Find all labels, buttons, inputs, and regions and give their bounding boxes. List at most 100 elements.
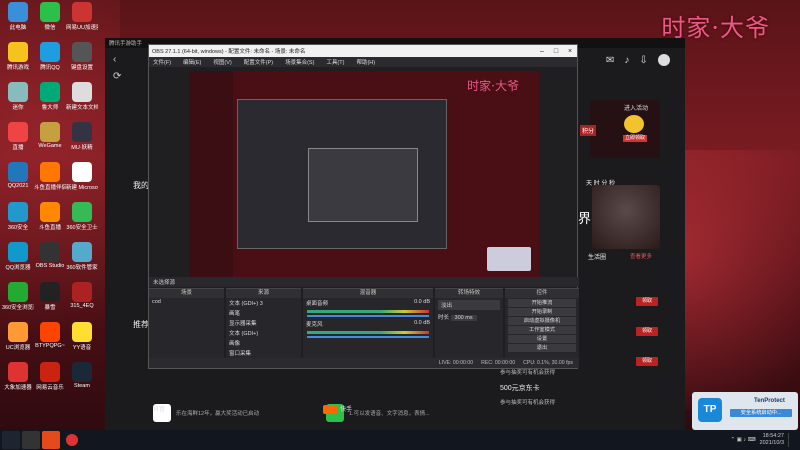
exit-button[interactable]: 退出 [508, 344, 576, 352]
menu-edit[interactable]: 编辑(E) [183, 58, 201, 66]
source-item[interactable]: 窗口采集 [226, 348, 301, 358]
desktop-icon[interactable]: 网易UU加速器 [66, 2, 98, 40]
desktop-icon[interactable]: 360安全 [2, 202, 34, 240]
scene-item[interactable]: cod [149, 298, 224, 306]
desktop-icon[interactable]: 迷你 [2, 82, 34, 120]
obs-preview[interactable]: 时家·大爷 [189, 71, 539, 287]
desktop-icon[interactable]: QQ浏览器 [2, 242, 34, 280]
claim-button-2[interactable]: 领取 [636, 327, 658, 336]
desktop-icon[interactable]: 315_4EQ [66, 282, 98, 320]
app-icon [72, 122, 92, 142]
app-icon [40, 282, 60, 302]
taskbar: ⌃ ▣ ♪ ⌨ 18:54:27 2021/10/3 [0, 430, 800, 450]
desktop-icon[interactable]: 此电脑 [2, 2, 34, 40]
close-icon[interactable]: × [563, 48, 577, 55]
clock[interactable]: 18:54:27 2021/10/3 [760, 433, 784, 447]
cpu-status: CPU: 0.1%, 30.00 fps [523, 360, 573, 366]
obs-statusbar: LIVE: 00:00:00 REC: 00:00:00 CPU: 0.1%, … [149, 358, 579, 368]
sign-button[interactable]: 立即领取 [623, 135, 647, 142]
douyin-item[interactable]: 抖音 [153, 404, 165, 413]
desktop-icon[interactable]: YY语音 [66, 322, 98, 360]
back-icon[interactable]: ‹ [105, 48, 149, 65]
desktop-icon[interactable]: 微信 [34, 2, 66, 40]
desktop-icon-label: Steam [74, 383, 90, 389]
app-icon [40, 322, 60, 342]
minimize-icon[interactable]: – [535, 48, 549, 55]
desktop-icon[interactable]: OBS Studio [34, 242, 66, 280]
record-taskbar-icon[interactable] [66, 434, 78, 446]
virtual-camera-button[interactable]: 启动虚拟摄像机 [508, 317, 576, 325]
transition-select[interactable]: 淡出 [438, 300, 500, 310]
refresh-icon[interactable]: ⟳ [105, 65, 149, 82]
more-link[interactable]: 查看更多 [630, 252, 652, 260]
message-icon[interactable]: ✉ [606, 55, 614, 66]
desktop-icon[interactable]: 键盘设置 [66, 42, 98, 80]
app-taskbar-icon[interactable] [42, 431, 60, 449]
download-icon[interactable]: ⇩ [639, 55, 647, 66]
studio-mode-button[interactable]: 工作室模式 [508, 326, 576, 334]
desktop-icon[interactable]: 新建文本文档 [66, 82, 98, 120]
desktop-icon[interactable]: 大象加速器 [2, 362, 34, 400]
settings-button[interactable]: 设置 [508, 335, 576, 343]
desktop-icon[interactable]: 腾讯QQ [34, 42, 66, 80]
source-item[interactable]: 画像 [226, 338, 301, 348]
source-item[interactable]: 文本 (GDI+) [226, 328, 301, 338]
desktop-icon[interactable]: QQ2021 [2, 162, 34, 200]
desktop-icon[interactable]: 斗鱼直播伴侣 [34, 162, 66, 200]
activity-card[interactable]: 进入活动 立即领取 [590, 100, 660, 158]
start-button[interactable] [2, 431, 20, 449]
desktop-icon[interactable]: 新建 Microsoft [66, 162, 98, 200]
desktop-icon[interactable]: 360安全浏览器 [2, 282, 34, 320]
mic-icon[interactable]: ♪ [624, 55, 629, 66]
desktop-icon[interactable]: 腾讯游戏 [2, 42, 34, 80]
desktop-icon-label: BTYPQPG~ [35, 343, 65, 349]
tenprotect-toast[interactable]: TP TenProtect 安全系统启动中... [692, 392, 798, 430]
tray-icons[interactable]: ⌃ ▣ ♪ ⌨ [730, 437, 755, 443]
app-icon [72, 242, 92, 262]
rec-status: REC: 00:00:00 [481, 360, 516, 366]
claim-button-3[interactable]: 领取 [636, 357, 658, 366]
desktop-icon[interactable]: 鲁大师 [34, 82, 66, 120]
volume-slider[interactable] [307, 315, 429, 317]
source-item[interactable]: 显示器采集 [226, 318, 301, 328]
volume-meter [307, 310, 429, 313]
desktop-icon[interactable]: UC浏览器 [2, 322, 34, 360]
desktop-icon[interactable]: WeGame [34, 122, 66, 160]
kuaishou-item[interactable]: 快手 [323, 404, 352, 414]
start-recording-button[interactable]: 开始录制 [508, 308, 576, 316]
duration-input[interactable]: 300 ms [450, 315, 477, 321]
obs-window: OBS 27.1.1 (64-bit, windows) - 配置文件: 未命名… [148, 44, 579, 369]
menu-view[interactable]: 视图(V) [213, 58, 231, 66]
app-icon [72, 162, 92, 182]
app-item[interactable]: 乐在海鲜12年，赢大奖活动已启动 [153, 396, 318, 430]
desktop-icon[interactable]: Steam [66, 362, 98, 400]
volume-slider[interactable] [307, 336, 429, 338]
desktop-icon[interactable]: 暴雪 [34, 282, 66, 320]
start-streaming-button[interactable]: 开始推流 [508, 299, 576, 307]
claim-button-1[interactable]: 领取 [636, 297, 658, 306]
source-item[interactable]: 画笔 [226, 308, 301, 318]
desktop-icon[interactable]: BTYPQPG~ [34, 322, 66, 360]
desktop-icon-label: 此电脑 [9, 25, 27, 31]
avatar[interactable] [657, 54, 670, 66]
menu-tools[interactable]: 工具(T) [326, 58, 344, 66]
desktop-icon[interactable]: MU·妖精 [66, 122, 98, 160]
desktop-icon[interactable]: 360软件管家 [66, 242, 98, 280]
menu-scene-collection[interactable]: 场景集合(S) [285, 58, 314, 66]
desktop-icon[interactable]: 斗鱼直播 [34, 202, 66, 240]
obs-taskbar-icon[interactable] [22, 431, 40, 449]
app-icon [8, 362, 28, 382]
desktop-icon[interactable]: 网易云音乐 [34, 362, 66, 400]
desktop-icon[interactable]: 360安全卫士 [66, 202, 98, 240]
show-desktop-button[interactable] [788, 433, 794, 447]
menu-file[interactable]: 文件(F) [153, 58, 171, 66]
app-icon [72, 282, 92, 302]
preview-nested-window [237, 99, 447, 249]
source-item[interactable]: 文本 (GDI+) 3 [226, 298, 301, 308]
maximize-icon[interactable]: □ [549, 48, 563, 55]
menu-profile[interactable]: 配置文件(P) [244, 58, 273, 66]
app-row: 乐在海鲜12年，赢大奖活动已启动 1.可以发语音、文字消息，表情... [153, 396, 693, 430]
desktop-icon[interactable]: 直播 [2, 122, 34, 160]
menu-help[interactable]: 帮助(H) [356, 58, 375, 66]
mixer-track: 麦克风 0.0 dB [306, 320, 430, 328]
